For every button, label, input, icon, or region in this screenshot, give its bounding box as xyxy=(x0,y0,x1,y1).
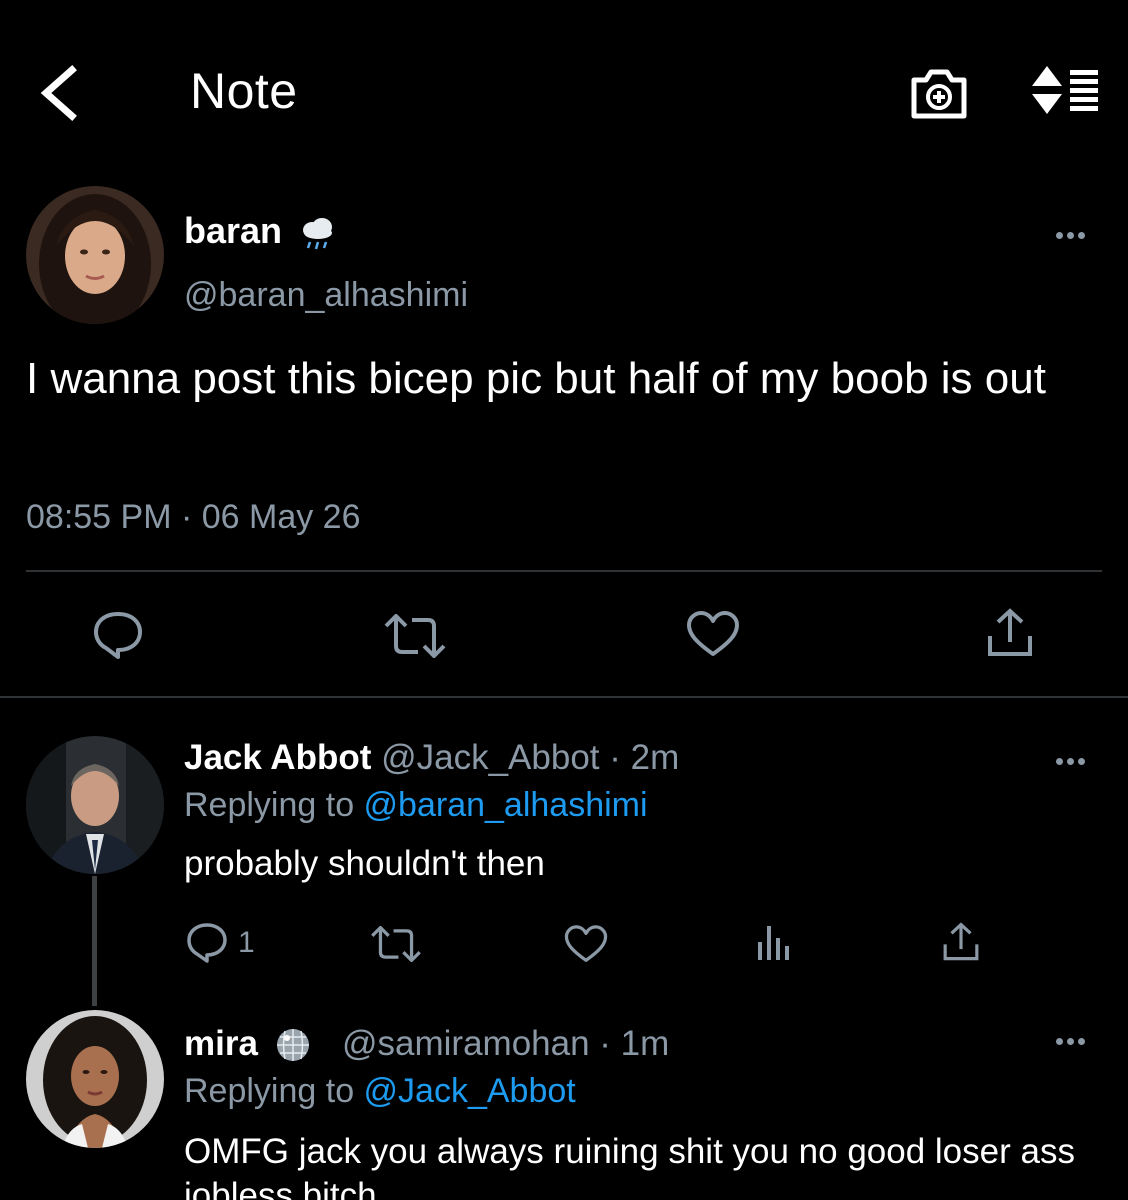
analytics-icon xyxy=(758,926,789,960)
share-button[interactable] xyxy=(942,922,980,962)
reply-name-line: mira xyxy=(184,1024,258,1064)
replying-to-label: Replying to xyxy=(184,786,364,824)
more-dot-icon xyxy=(1078,758,1085,765)
post-timestamp: 08:55 PM · 06 May 26 xyxy=(26,498,361,536)
more-dot-icon xyxy=(1067,758,1074,765)
retweet-button[interactable] xyxy=(370,926,422,962)
replying-to-line: Replying to @Jack_Abbot xyxy=(184,1072,576,1111)
camera-add-icon xyxy=(911,69,967,119)
more-dot-icon xyxy=(1078,1038,1085,1045)
section-divider xyxy=(0,696,1128,698)
disco-ball-emoji-icon xyxy=(277,1029,309,1061)
retweet-button[interactable] xyxy=(384,614,446,658)
mention-link[interactable]: @Jack_Abbot xyxy=(364,1072,576,1110)
tweet-detail-screen: Note baran @baran_alhashimi I wanna post… xyxy=(0,0,1128,1200)
reply-name-line: Jack Abbot @Jack_Abbot · 2m xyxy=(184,738,679,778)
reply-handle-meta[interactable]: @Jack_Abbot · 2m xyxy=(381,738,679,777)
avatar-photo xyxy=(26,736,164,874)
like-button[interactable] xyxy=(686,610,740,658)
reply-avatar[interactable] xyxy=(26,1010,164,1148)
reply-icon xyxy=(187,923,227,963)
page-title: Note xyxy=(190,63,298,119)
thread-connector-line xyxy=(92,876,97,1006)
sort-replies-button[interactable] xyxy=(1030,64,1102,120)
author-handle[interactable]: @baran_alhashimi xyxy=(184,276,468,315)
like-button[interactable] xyxy=(564,924,608,964)
replying-to-label: Replying to xyxy=(184,1072,364,1110)
analytics-button[interactable] xyxy=(756,924,792,962)
post-more-options-button[interactable] xyxy=(1056,226,1096,242)
reply-button[interactable] xyxy=(186,922,228,964)
cloud-rain-emoji-icon xyxy=(303,218,332,250)
reply-display-name[interactable]: Jack Abbot xyxy=(184,738,371,777)
reply-handle-meta[interactable]: @samiramohan · 1m xyxy=(342,1024,669,1063)
reply-more-options-button[interactable] xyxy=(1056,1032,1096,1048)
author-avatar[interactable] xyxy=(26,186,164,324)
more-dot-icon xyxy=(1056,758,1063,765)
retweet-icon xyxy=(384,614,446,658)
replying-to-line: Replying to @baran_alhashimi xyxy=(184,786,648,825)
share-icon xyxy=(943,922,979,961)
share-icon xyxy=(988,608,1032,656)
top-nav-bar: Note xyxy=(0,0,1128,190)
post-text: I wanna post this bicep pic but half of … xyxy=(26,354,1046,403)
more-dot-icon xyxy=(1067,1038,1074,1045)
chevron-left-icon xyxy=(40,65,77,121)
reply-display-name[interactable]: mira xyxy=(184,1024,258,1063)
sort-list-icon xyxy=(1032,66,1098,114)
like-icon xyxy=(564,925,608,962)
reply-handle-line: @samiramohan · 1m xyxy=(342,1024,669,1064)
reply-text: OMFG jack you always ruining shit you no… xyxy=(184,1132,1075,1200)
reply-icon xyxy=(94,612,142,659)
more-dot-icon xyxy=(1056,232,1063,239)
reply-more-options-button[interactable] xyxy=(1056,752,1096,768)
reply-count: 1 xyxy=(238,926,255,959)
avatar-photo xyxy=(26,1010,164,1148)
back-button[interactable] xyxy=(36,62,86,124)
retweet-icon xyxy=(371,926,421,962)
divider xyxy=(26,570,1102,572)
avatar-photo xyxy=(26,186,164,324)
more-dot-icon xyxy=(1056,1038,1063,1045)
more-dot-icon xyxy=(1067,232,1074,239)
mention-link[interactable]: @baran_alhashimi xyxy=(364,786,648,824)
like-icon xyxy=(687,611,739,656)
author-display-name[interactable]: baran xyxy=(184,210,282,252)
share-button[interactable] xyxy=(986,608,1034,658)
camera-add-button[interactable] xyxy=(908,64,970,122)
more-dot-icon xyxy=(1078,232,1085,239)
reply-button[interactable] xyxy=(92,610,144,660)
reply-avatar[interactable] xyxy=(26,736,164,874)
reply-text: probably shouldn't then xyxy=(184,844,545,883)
